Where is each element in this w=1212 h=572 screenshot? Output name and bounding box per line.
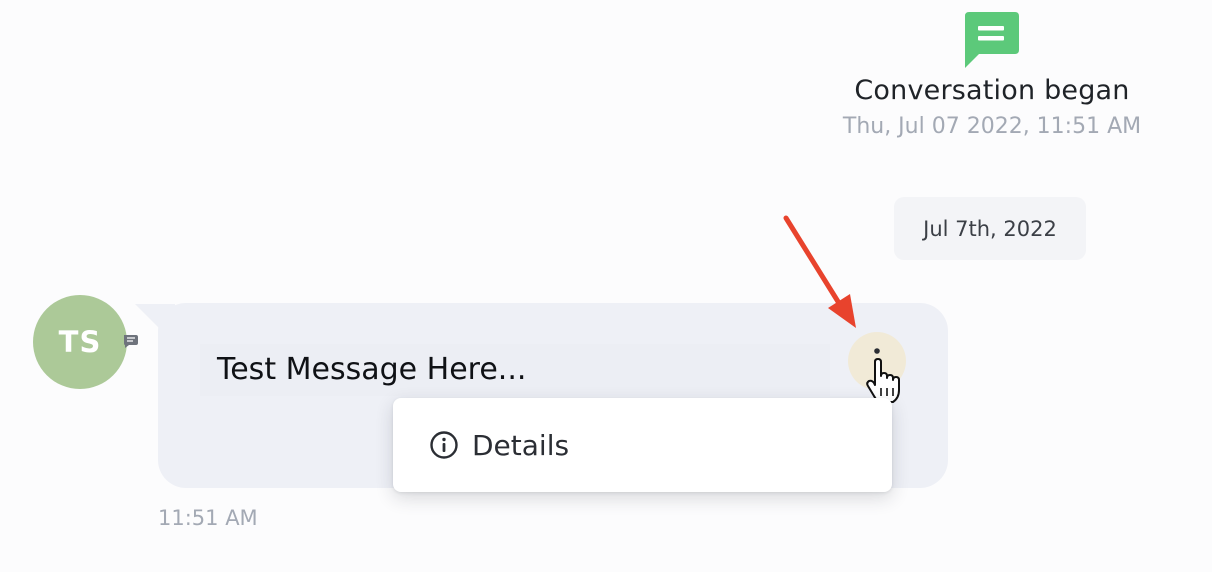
message-timestamp: 11:51 AM	[158, 506, 258, 530]
menu-item-label: Details	[472, 428, 570, 462]
annotation-arrow-icon	[783, 215, 856, 328]
avatar[interactable]: TS	[33, 295, 127, 389]
message-options-menu: Details	[393, 398, 892, 492]
info-icon	[430, 431, 458, 459]
conversation-start-date: Thu, Jul 07 2022, 11:51 AM	[842, 114, 1142, 139]
conversation-start-header: Conversation began Thu, Jul 07 2022, 11:…	[816, 12, 1168, 139]
conversation-view: Conversation began Thu, Jul 07 2022, 11:…	[0, 0, 1212, 572]
date-divider: Jul 7th, 2022	[894, 197, 1086, 260]
menu-item-details[interactable]: Details	[393, 398, 892, 492]
chat-bubble-icon	[965, 12, 1019, 68]
conversation-start-title: Conversation began	[854, 75, 1130, 106]
message-text: Test Message Here...	[200, 344, 830, 396]
